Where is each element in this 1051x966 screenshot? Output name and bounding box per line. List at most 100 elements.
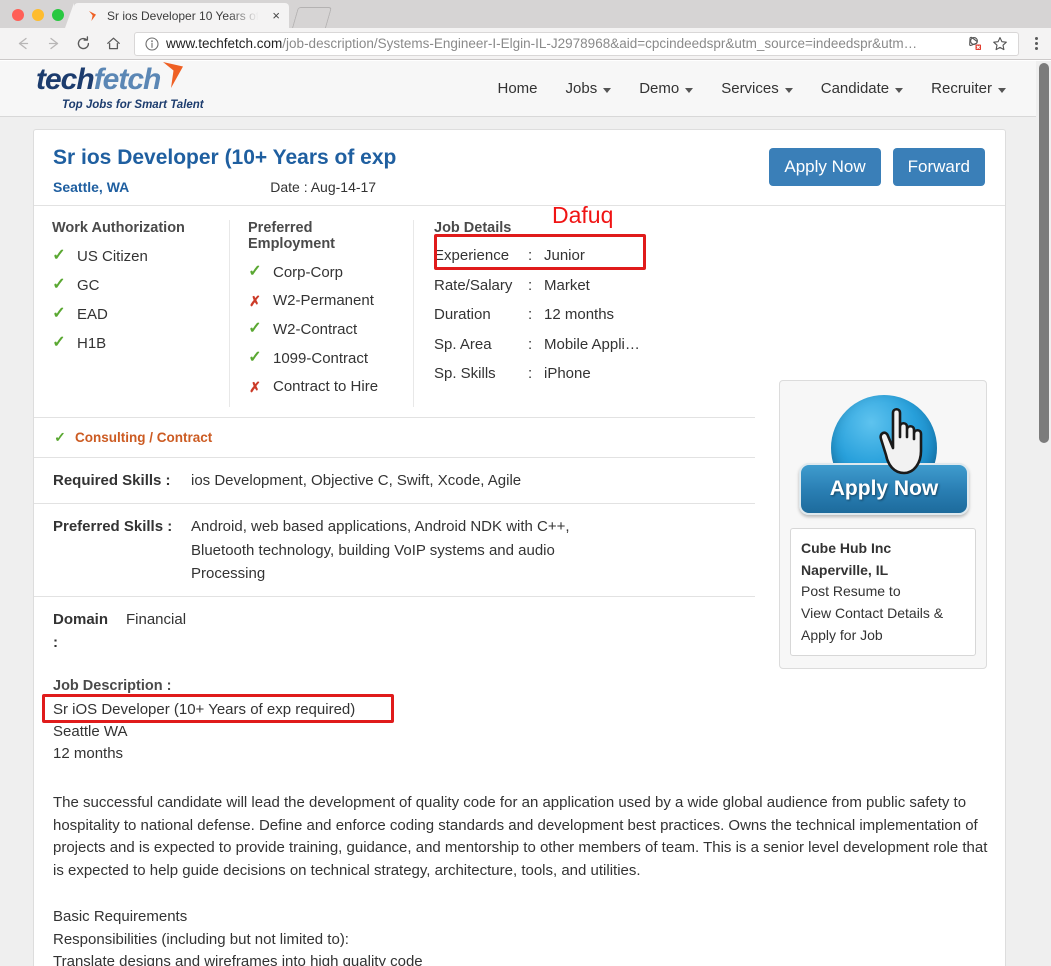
browser-tab-active[interactable]: Sr ios Developer 10 Years of ex ×: [65, 3, 289, 28]
address-bar-url: www.techfetch.com/job-description/System…: [166, 36, 917, 51]
logo-text-fetch: fetch: [93, 63, 162, 97]
hand-pointer-icon: [874, 403, 936, 486]
scrollbar-thumb[interactable]: [1039, 63, 1049, 443]
check-icon: ✓: [248, 263, 262, 281]
bookmark-star-icon[interactable]: [992, 36, 1008, 52]
nav-item-home[interactable]: Home: [498, 80, 538, 97]
detail-colon: :: [528, 247, 533, 265]
required-skills-label: Required Skills :: [53, 472, 171, 490]
list-item: ✗ Contract to Hire: [248, 379, 395, 394]
detail-colon: :: [528, 306, 533, 324]
new-tab-button[interactable]: [291, 7, 333, 28]
detail-value: 12 months: [544, 306, 615, 324]
description-line-duration: 12 months: [53, 745, 124, 763]
consulting-contract-badge: ✓ Consulting / Contract: [34, 417, 755, 457]
preferred-skills-row: Preferred Skills : Android, web based ap…: [34, 503, 755, 596]
page-content: Sr ios Developer (10+ Years of exp Seatt…: [0, 117, 1036, 966]
work-authorization-title: Work Authorization: [52, 220, 185, 237]
list-item: ✓ Corp-Corp: [248, 264, 395, 280]
job-description-head-lines: Sr iOS Developer (10+ Years of exp requi…: [53, 699, 986, 766]
back-button[interactable]: [8, 31, 38, 57]
check-icon: ✓: [52, 276, 66, 294]
detail-value: Junior: [544, 247, 585, 265]
detail-label: Rate/Salary: [434, 276, 513, 294]
logo-text-tech: tech: [36, 63, 95, 97]
address-bar[interactable]: www.techfetch.com/job-description/System…: [134, 31, 1019, 56]
minimize-window-button[interactable]: [32, 9, 44, 21]
detail-label: Experience: [434, 247, 510, 265]
list-item: ✓ US Citizen: [52, 248, 211, 264]
detail-value: Mobile Appli…: [544, 335, 640, 353]
forward-button[interactable]: [38, 31, 68, 57]
close-tab-icon[interactable]: ×: [270, 9, 282, 22]
nav-item-demo[interactable]: Demo: [639, 80, 694, 97]
browser-menu-icon[interactable]: [1025, 37, 1043, 50]
detail-colon: :: [528, 365, 533, 383]
detail-label: Duration: [434, 306, 491, 324]
maximize-window-button[interactable]: [52, 9, 64, 21]
list-item: ✓ GC: [52, 277, 211, 293]
chevron-down-icon: [603, 87, 612, 93]
domain-label: Domain :: [53, 611, 109, 652]
list-item: ✓ W2-Contract: [248, 321, 395, 337]
employer-info-box: Cube Hub Inc Naperville, IL Post Resume …: [790, 528, 976, 657]
apply-now-graphic[interactable]: Apply Now: [790, 395, 976, 520]
employer-city: Naperville, IL: [801, 561, 889, 578]
detail-label: Sp. Skills: [434, 365, 496, 383]
address-bar-actions: [957, 36, 1008, 52]
preferred-skills-label: Preferred Skills :: [53, 518, 173, 536]
job-header: Sr ios Developer (10+ Years of exp Seatt…: [34, 130, 1005, 207]
page-scrollbar[interactable]: [1036, 61, 1051, 966]
detail-value: Market: [544, 276, 590, 294]
job-posted-date: Date : Aug-14-17: [270, 179, 377, 196]
basic-requirements-list: Basic Requirements Responsibilities (inc…: [53, 906, 986, 966]
reload-button[interactable]: [68, 31, 98, 57]
forward-button-job[interactable]: Forward: [892, 148, 985, 186]
required-skills-value: ios Development, Objective C, Swift, Xco…: [191, 472, 522, 490]
list-item: ✗ W2-Permanent: [248, 293, 395, 308]
nav-item-recruiter[interactable]: Recruiter: [931, 80, 1006, 97]
nav-label: Services: [721, 80, 779, 97]
page-viewport: tech fetch Top Jobs for Smart Talent Home…: [0, 61, 1051, 966]
apply-info-line-5: Apply for Job: [801, 626, 883, 643]
required-skills-row: Required Skills : ios Development, Objec…: [34, 457, 755, 503]
detail-colon: :: [528, 276, 533, 294]
check-icon: ✓: [54, 429, 66, 446]
nav-label: Jobs: [565, 80, 598, 97]
extension-blocked-icon[interactable]: [965, 36, 982, 51]
annotation-text-dafuq: Dafuq: [552, 202, 614, 229]
preferred-employment-column: Preferred Employment ✓ Corp-Corp ✗ W2-Perm…: [229, 220, 414, 408]
employer-name: Cube Hub Inc: [801, 540, 892, 556]
apply-now-widget[interactable]: Apply Now Cube Hub Inc Naperville, IL Po…: [779, 380, 987, 670]
url-host: www.techfetch.com: [166, 36, 283, 51]
check-icon: ✓: [248, 349, 262, 367]
table-row: Experience: Junior: [434, 248, 656, 265]
browser-window: Sr ios Developer 10 Years of ex × www.te…: [0, 0, 1051, 966]
close-window-button[interactable]: [12, 9, 24, 21]
detail-colon: :: [528, 335, 533, 353]
chevron-down-icon: [784, 87, 793, 93]
nav-item-candidate[interactable]: Candidate: [821, 80, 904, 97]
chevron-down-icon: [895, 87, 904, 93]
window-traffic-lights: [0, 9, 74, 28]
job-description-paragraph: The successful candidate will lead the d…: [53, 794, 988, 879]
chevron-down-icon: [685, 87, 694, 93]
nav-item-services[interactable]: Services: [721, 80, 793, 97]
logo-wordmark: tech fetch: [36, 62, 204, 97]
job-card: Sr ios Developer (10+ Years of exp Seatt…: [33, 129, 1006, 966]
check-icon: ✓: [248, 320, 262, 338]
domain-row: Domain : Financial: [34, 596, 755, 666]
nav-item-jobs[interactable]: Jobs: [566, 80, 612, 97]
list-item-label: W2-Contract: [273, 320, 358, 338]
home-button[interactable]: [98, 31, 128, 57]
apply-now-button[interactable]: Apply Now: [769, 148, 881, 186]
site-header: tech fetch Top Jobs for Smart Talent Home…: [0, 61, 1036, 117]
techfetch-logo[interactable]: tech fetch Top Jobs for Smart Talent: [36, 62, 204, 112]
url-path: /job-description/Systems-Engineer-I-Elgi…: [282, 36, 918, 51]
apply-info-line-3: Post Resume to: [801, 583, 901, 600]
list-item: ✓ EAD: [52, 306, 211, 322]
page-info-icon[interactable]: [145, 36, 159, 51]
table-row: Sp. Skills: iPhone: [434, 366, 656, 383]
job-header-actions: Apply Now Forward: [769, 148, 985, 186]
list-item-label: Contract to Hire: [273, 378, 379, 396]
